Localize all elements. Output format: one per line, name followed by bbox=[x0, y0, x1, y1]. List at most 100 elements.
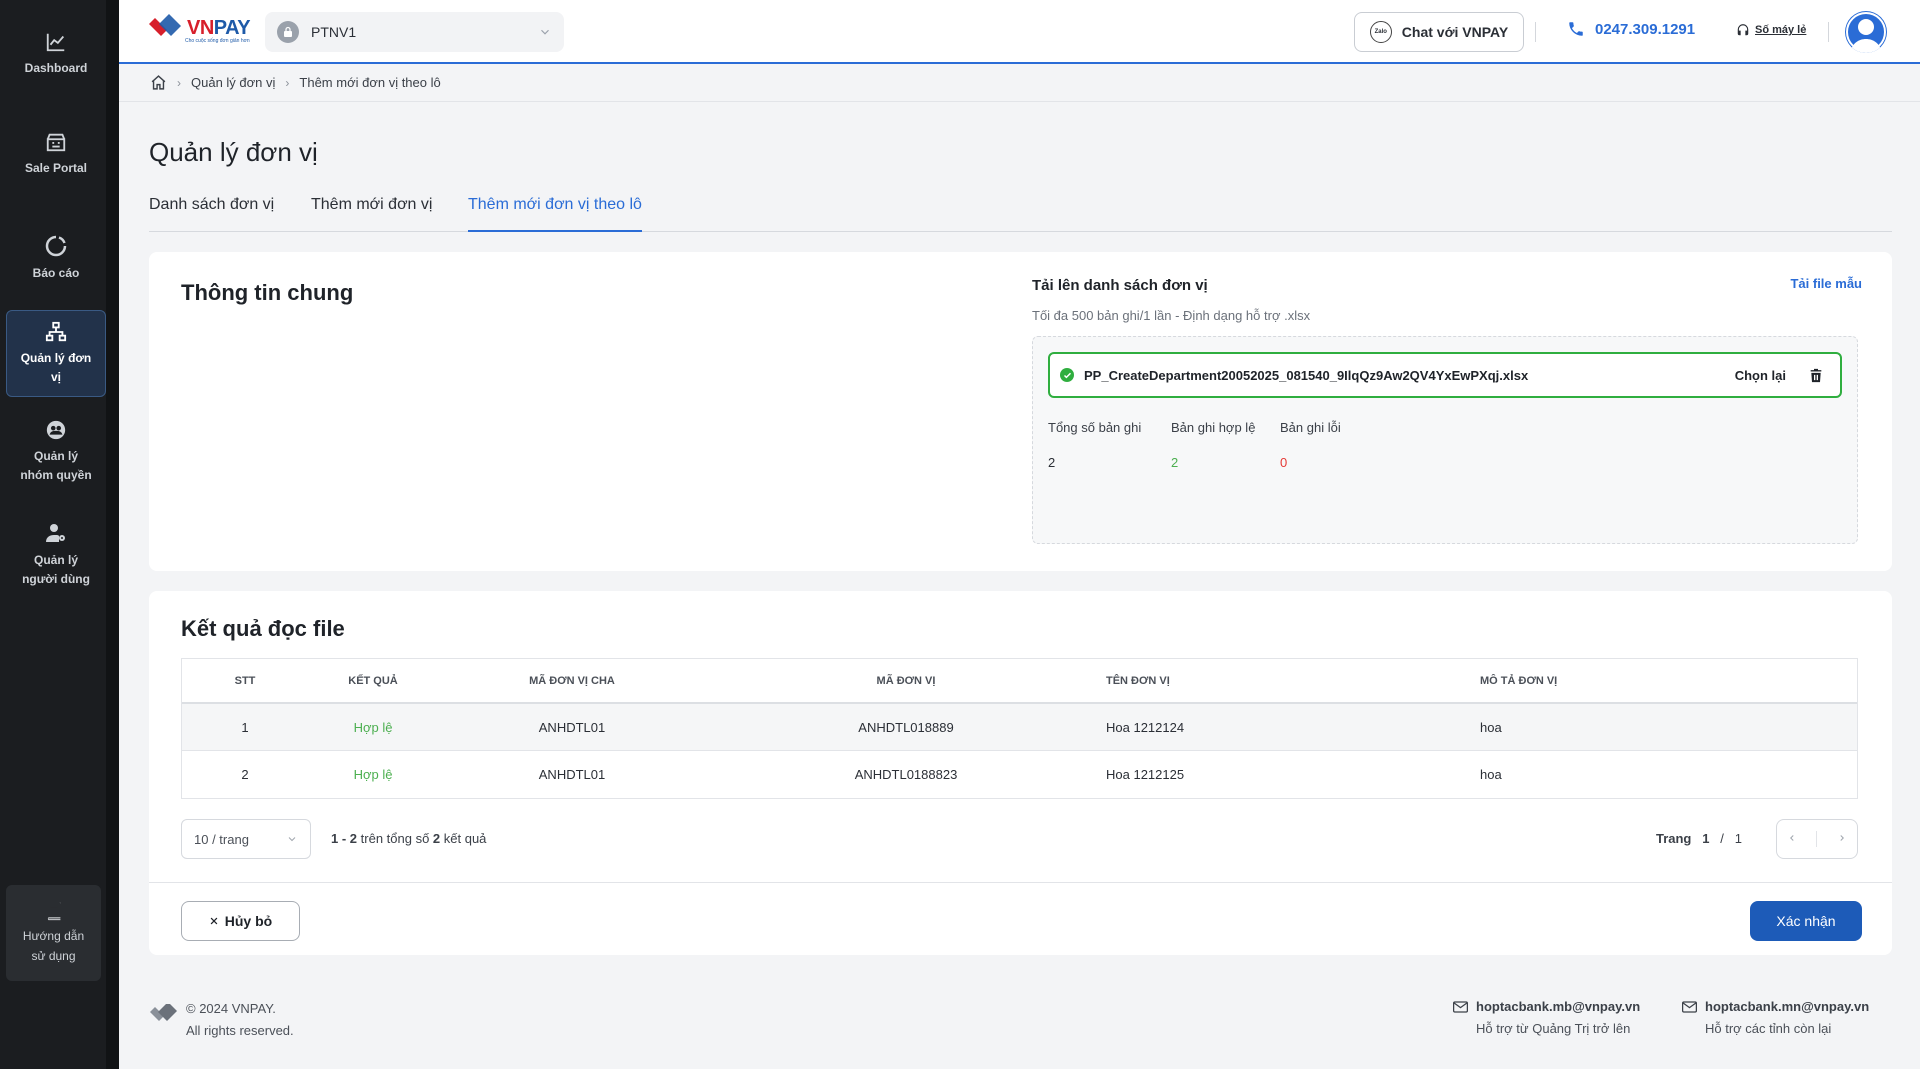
upload-dropzone[interactable]: PP_CreateDepartment20052025_081540_9IlqQ… bbox=[1032, 336, 1858, 544]
cell-description: hoa bbox=[1480, 719, 1502, 735]
chevron-right-icon bbox=[1840, 835, 1845, 841]
download-template-link[interactable]: Tải file mẫu bbox=[1790, 276, 1862, 291]
sidebar-item-user-management[interactable]: Quản lý người dùng bbox=[6, 515, 106, 595]
user-icon bbox=[1846, 12, 1886, 53]
valid-records-label: Bản ghi hợp lệ bbox=[1171, 420, 1256, 435]
sidebar-item-unit-management[interactable]: Quản lý đơn vị bbox=[6, 310, 106, 397]
cancel-button[interactable]: Hủy bỏ bbox=[181, 901, 300, 941]
prev-page-button[interactable] bbox=[1787, 832, 1797, 846]
email-link[interactable]: hoptacbank.mb@vnpay.vn bbox=[1453, 996, 1640, 1018]
rights-line: All rights reserved. bbox=[186, 1023, 294, 1038]
contact-note: Hỗ trợ các tỉnh còn lại bbox=[1705, 1021, 1832, 1036]
pagination: 10 / trang 1 - 2 trên tổng số 2 kết quả … bbox=[181, 819, 1858, 859]
table-row[interactable]: 2 Hợp lệ ANHDTL01 ANHDTL0188823 Hoa 1212… bbox=[182, 751, 1857, 798]
contact-north: hoptacbank.mb@vnpay.vn Hỗ trợ từ Quảng T… bbox=[1453, 996, 1640, 1040]
chart-line-icon bbox=[46, 33, 65, 51]
book-icon bbox=[47, 902, 60, 921]
confirm-label: Xác nhận bbox=[1776, 913, 1836, 929]
sidebar-item-label: vị bbox=[50, 369, 61, 384]
total-records-value: 2 bbox=[1048, 455, 1056, 470]
contact-south: hoptacbank.mn@vnpay.vn Hỗ trợ các tỉnh c… bbox=[1682, 996, 1869, 1040]
column-header-unit-code: Mã đơn vị bbox=[876, 674, 936, 687]
trash-icon bbox=[1810, 368, 1822, 382]
organization-select[interactable]: PTNV1 bbox=[265, 12, 564, 52]
breadcrumb-item-unit-management[interactable]: Quản lý đơn vị bbox=[191, 75, 275, 90]
sidebar-item-label: nhóm quyền bbox=[20, 468, 92, 482]
breadcrumb-item-current: Thêm mới đơn vị theo lô bbox=[299, 75, 441, 90]
cell-description: hoa bbox=[1480, 767, 1502, 782]
chat-vnpay-button[interactable]: Zalo Chat với VNPAY bbox=[1354, 12, 1524, 52]
column-header-parent-code: Mã đơn vị cha bbox=[529, 674, 615, 687]
home-icon[interactable] bbox=[150, 74, 167, 91]
vnpay-logo[interactable]: VNPAY Cho cuộc sống đơn giản hơn bbox=[147, 14, 251, 44]
cell-unit-code: ANHDTL018889 bbox=[858, 719, 954, 735]
upload-title: Tải lên danh sách đơn vị bbox=[1032, 277, 1208, 294]
zalo-icon: Zalo bbox=[1369, 21, 1392, 43]
chevron-down-icon bbox=[541, 29, 549, 35]
top-header: VNPAY Cho cuộc sống đơn giản hơn PTNV1 Z… bbox=[119, 0, 1920, 64]
tab-add-unit[interactable]: Thêm mới đơn vị bbox=[311, 196, 432, 232]
sidebar-item-label: Báo cáo bbox=[32, 265, 80, 280]
next-page-button[interactable] bbox=[1837, 832, 1847, 846]
reselect-file-button[interactable]: Chọn lại bbox=[1735, 368, 1786, 383]
sidebar-item-report[interactable]: Báo cáo bbox=[6, 218, 106, 298]
tab-bar: Danh sách đơn vị Thêm mới đơn vị Thêm mớ… bbox=[149, 196, 1892, 232]
sidebar-guide-label: sử dụng bbox=[31, 949, 76, 963]
sidebar-item-role-group[interactable]: Quản lý nhóm quyền bbox=[6, 412, 106, 492]
card-divider bbox=[149, 882, 1892, 883]
page-indicator: Trang 1 / 1 bbox=[1655, 831, 1742, 846]
sidebar-item-label: Quản lý bbox=[33, 553, 78, 567]
sidebar-item-label: Sale Portal bbox=[24, 160, 88, 175]
sidebar-item-user-guide[interactable]: Hướng dẫn sử dụng bbox=[6, 885, 101, 981]
page-size-select[interactable]: 10 / trang bbox=[181, 819, 311, 859]
range-summary: 1 - 2 trên tổng số 2 kết quả bbox=[331, 831, 487, 846]
user-avatar[interactable] bbox=[1845, 11, 1887, 53]
user-gear-icon bbox=[46, 524, 65, 542]
breadcrumb-separator: › bbox=[177, 75, 181, 90]
cell-parent-code: ANHDTL01 bbox=[538, 767, 606, 782]
confirm-button[interactable]: Xác nhận bbox=[1750, 901, 1862, 941]
page-navigation bbox=[1776, 819, 1858, 859]
phone-icon bbox=[1569, 22, 1583, 36]
table-row[interactable]: 1 Hợp lệ ANHDTL01 ANHDTL018889 Hoa 12121… bbox=[182, 704, 1857, 751]
chevron-left-icon bbox=[1789, 835, 1794, 841]
cancel-label: Hủy bỏ bbox=[224, 913, 273, 929]
column-header-stt: STT bbox=[234, 674, 256, 687]
organization-name: PTNV1 bbox=[311, 24, 357, 40]
vnpay-logo-icon bbox=[149, 14, 181, 36]
sidebar-item-dashboard[interactable]: Dashboard bbox=[6, 14, 106, 94]
logo-tagline: Cho cuộc sống đơn giản hơn bbox=[185, 38, 250, 44]
organization-avatar-icon bbox=[277, 21, 299, 43]
cell-parent-code: ANHDTL01 bbox=[538, 719, 606, 735]
org-chart-icon bbox=[45, 321, 67, 341]
store-icon bbox=[46, 133, 66, 151]
footer-logo bbox=[149, 1002, 179, 1031]
cell-result: Hợp lệ bbox=[353, 767, 393, 782]
contact-note: Hỗ trợ từ Quảng Trị trở lên bbox=[1476, 1021, 1631, 1036]
copyright-line: © 2024 VNPAY. bbox=[186, 1001, 276, 1016]
delete-file-button[interactable] bbox=[1808, 367, 1824, 384]
cell-result: Hợp lệ bbox=[353, 719, 393, 735]
chat-label: Chat với VNPAY bbox=[1401, 24, 1509, 40]
breadcrumb-divider bbox=[119, 101, 1920, 102]
extension-link[interactable]: Số máy lẻ bbox=[1736, 23, 1806, 37]
sidebar-item-label: Quản lý bbox=[33, 449, 78, 463]
tab-unit-list[interactable]: Danh sách đơn vị bbox=[149, 196, 274, 232]
mail-icon bbox=[1682, 1001, 1697, 1013]
column-header-unit-name: Tên đơn vị bbox=[1106, 674, 1170, 687]
tab-add-unit-batch[interactable]: Thêm mới đơn vị theo lô bbox=[468, 196, 642, 232]
uploaded-file-row: PP_CreateDepartment20052025_081540_9IlqQ… bbox=[1048, 352, 1842, 398]
check-circle-icon bbox=[1060, 368, 1074, 382]
hotline-link[interactable]: 0247.309.1291 bbox=[1567, 20, 1695, 38]
cell-stt: 1 bbox=[241, 719, 249, 735]
copyright: © 2024 VNPAY. All rights reserved. bbox=[186, 998, 294, 1042]
group-icon bbox=[46, 420, 66, 440]
header-divider bbox=[1828, 22, 1829, 42]
sidebar-item-label: Dashboard bbox=[24, 60, 88, 75]
sidebar-item-sale-portal[interactable]: Sale Portal bbox=[6, 114, 106, 194]
email-link[interactable]: hoptacbank.mn@vnpay.vn bbox=[1682, 996, 1869, 1018]
sidebar-guide-label: Hướng dẫn bbox=[22, 929, 85, 943]
nav-divider bbox=[1816, 831, 1818, 847]
result-card: Kết quả đọc file STT Kết quả Mã đơn vị c… bbox=[149, 591, 1892, 955]
total-records-label: Tổng số bản ghi bbox=[1048, 420, 1142, 435]
